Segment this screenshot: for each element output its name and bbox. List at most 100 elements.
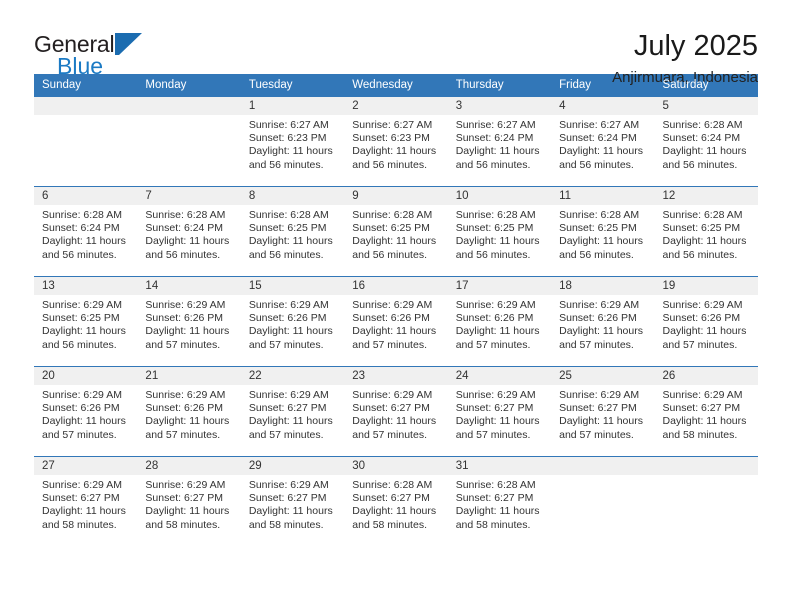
calendar-day-cell[interactable]: 5 Sunrise: 6:28 AM Sunset: 6:24 PM Daylight…: [654, 96, 758, 187]
daylight-text-line1: Daylight: 11 hours: [352, 145, 437, 158]
calendar-day-cell[interactable]: 27 Sunrise: 6:29 AM Sunset: 6:27 PM Dayligh…: [34, 456, 138, 547]
calendar-day-cell[interactable]: 1 Sunrise: 6:27 AM Sunset: 6:23 PM Daylight…: [240, 96, 345, 187]
calendar-day-cell[interactable]: 12 Sunrise: 6:28 AM Sunset: 6:25 PM Dayligh…: [654, 186, 758, 277]
day-details: Sunrise: 6:29 AM Sunset: 6:27 PM Daylight:…: [655, 385, 758, 442]
daylight-text-line2: and 58 minutes.: [145, 518, 221, 531]
calendar-day-cell[interactable]: 3 Sunrise: 6:27 AM Sunset: 6:24 PM Daylight…: [447, 96, 552, 187]
calendar-day-cell[interactable]: 26 Sunrise: 6:29 AM Sunset: 6:27 PM Dayligh…: [654, 366, 758, 457]
day-number: 12: [654, 187, 758, 205]
calendar-day-cell[interactable]: 31 Sunrise: 6:28 AM Sunset: 6:27 PM Dayligh…: [447, 456, 552, 547]
sunset-text: Sunset: 6:23 PM: [352, 132, 430, 145]
sunset-text: Sunset: 6:24 PM: [455, 132, 534, 145]
daylight-text-line1: Daylight: 11 hours: [145, 505, 230, 518]
calendar-day-cell[interactable]: 11 Sunrise: 6:28 AM Sunset: 6:25 PM Dayligh…: [551, 186, 655, 277]
day-number: 1: [240, 97, 345, 115]
day-number: 11: [551, 187, 655, 205]
weekday-header-thursday: Thursday: [447, 74, 552, 97]
sunrise-text: Sunrise: 6:29 AM: [248, 479, 329, 491]
calendar-day-cell[interactable]: 14 Sunrise: 6:29 AM Sunset: 6:26 PM Dayligh…: [137, 276, 241, 367]
daylight-text-line2: and 56 minutes.: [42, 338, 117, 351]
calendar-day-cell[interactable]: 28 Sunrise: 6:29 AM Sunset: 6:27 PM Dayligh…: [137, 456, 241, 547]
day-details: Sunrise: 6:28 AM Sunset: 6:24 PM Daylight:…: [137, 205, 240, 262]
brand-logo[interactable]: General Blue: [34, 30, 143, 78]
day-number: 27: [34, 457, 138, 475]
calendar-day-cell[interactable]: 23 Sunrise: 6:29 AM Sunset: 6:27 PM Dayligh…: [344, 366, 448, 457]
calendar-day-cell[interactable]: 2 Sunrise: 6:27 AM Sunset: 6:23 PM Daylight…: [344, 96, 448, 187]
daylight-text-line1: Daylight: 11 hours: [455, 145, 540, 158]
sunset-text: Sunset: 6:27 PM: [42, 492, 120, 505]
daylight-text-line1: Daylight: 11 hours: [248, 145, 333, 158]
calendar-day-cell[interactable]: 22 Sunrise: 6:29 AM Sunset: 6:27 PM Dayligh…: [240, 366, 345, 457]
daylight-text-line1: Daylight: 11 hours: [559, 325, 643, 338]
daylight-text-line2: and 57 minutes.: [248, 428, 324, 441]
daylight-text-line2: and 56 minutes.: [145, 248, 221, 261]
calendar-week-row: 6 Sunrise: 6:28 AM Sunset: 6:24 PM Daylight…: [34, 186, 758, 277]
calendar-day-cell[interactable]: 13 Sunrise: 6:29 AM Sunset: 6:25 PM Dayligh…: [34, 276, 138, 367]
sunset-text: Sunset: 6:25 PM: [352, 222, 430, 235]
day-number: 21: [137, 367, 241, 385]
calendar-day-cell[interactable]: 24 Sunrise: 6:29 AM Sunset: 6:27 PM Dayligh…: [447, 366, 552, 457]
calendar-day-cell[interactable]: 29 Sunrise: 6:29 AM Sunset: 6:27 PM Dayligh…: [240, 456, 345, 547]
calendar-day-cell[interactable]: 20 Sunrise: 6:29 AM Sunset: 6:26 PM Dayligh…: [34, 366, 138, 457]
calendar-day-cell[interactable]: 17 Sunrise: 6:29 AM Sunset: 6:26 PM Dayligh…: [447, 276, 552, 367]
sunset-text: Sunset: 6:24 PM: [145, 222, 224, 235]
calendar-day-cell[interactable]: 8 Sunrise: 6:28 AM Sunset: 6:25 PM Daylight…: [240, 186, 345, 277]
calendar-day-cell[interactable]: 25 Sunrise: 6:29 AM Sunset: 6:27 PM Dayligh…: [551, 366, 655, 457]
day-number: 17: [447, 277, 552, 295]
day-details: Sunrise: 6:29 AM Sunset: 6:27 PM Daylight:…: [34, 475, 137, 532]
day-details: Sunrise: 6:29 AM Sunset: 6:26 PM Daylight:…: [344, 295, 447, 352]
daylight-text-line1: Daylight: 11 hours: [42, 235, 126, 248]
day-details: Sunrise: 6:28 AM Sunset: 6:27 PM Daylight:…: [448, 475, 551, 532]
sunset-text: Sunset: 6:27 PM: [662, 402, 741, 415]
daylight-text-line2: and 58 minutes.: [455, 518, 531, 531]
calendar-day-cell[interactable]: 15 Sunrise: 6:29 AM Sunset: 6:26 PM Dayligh…: [240, 276, 345, 367]
sunrise-text: Sunrise: 6:28 AM: [352, 479, 433, 491]
day-details: Sunrise: 6:28 AM Sunset: 6:25 PM Daylight:…: [241, 205, 344, 262]
daylight-text-line1: Daylight: 11 hours: [42, 415, 126, 428]
calendar-week-row: 27 Sunrise: 6:29 AM Sunset: 6:27 PM Dayligh…: [34, 456, 758, 547]
daylight-text-line1: Daylight: 11 hours: [662, 145, 747, 158]
daylight-text-line2: and 58 minutes.: [248, 518, 324, 531]
day-number: 25: [551, 367, 655, 385]
calendar-day-cell[interactable]: 30 Sunrise: 6:28 AM Sunset: 6:27 PM Dayligh…: [344, 456, 448, 547]
sunrise-text: Sunrise: 6:28 AM: [42, 209, 122, 221]
daylight-text-line1: Daylight: 11 hours: [145, 235, 230, 248]
day-details: Sunrise: 6:29 AM Sunset: 6:26 PM Daylight:…: [551, 295, 654, 352]
calendar-day-cell[interactable]: 21 Sunrise: 6:29 AM Sunset: 6:26 PM Dayligh…: [137, 366, 241, 457]
sunrise-text: Sunrise: 6:29 AM: [662, 389, 743, 401]
day-number: [137, 97, 241, 115]
calendar-day-cell[interactable]: 10 Sunrise: 6:28 AM Sunset: 6:25 PM Dayligh…: [447, 186, 552, 277]
daylight-text-line1: Daylight: 11 hours: [455, 235, 540, 248]
calendar-day-cell[interactable]: 4 Sunrise: 6:27 AM Sunset: 6:24 PM Daylight…: [551, 96, 655, 187]
daylight-text-line2: and 56 minutes.: [352, 248, 427, 261]
sunrise-text: Sunrise: 6:28 AM: [352, 209, 433, 221]
sunset-text: Sunset: 6:24 PM: [662, 132, 741, 145]
daylight-text-line1: Daylight: 11 hours: [42, 505, 126, 518]
daylight-text-line2: and 57 minutes.: [145, 428, 221, 441]
daylight-text-line2: and 58 minutes.: [352, 518, 427, 531]
calendar-day-cell[interactable]: 6 Sunrise: 6:28 AM Sunset: 6:24 PM Daylight…: [34, 186, 138, 277]
calendar-day-cell[interactable]: 18 Sunrise: 6:29 AM Sunset: 6:26 PM Dayligh…: [551, 276, 655, 367]
sunrise-text: Sunrise: 6:27 AM: [455, 119, 536, 131]
day-details: Sunrise: 6:29 AM Sunset: 6:27 PM Daylight:…: [551, 385, 654, 442]
calendar-day-cell[interactable]: 16 Sunrise: 6:29 AM Sunset: 6:26 PM Dayligh…: [344, 276, 448, 367]
daylight-text-line1: Daylight: 11 hours: [662, 325, 747, 338]
daylight-text-line1: Daylight: 11 hours: [662, 415, 747, 428]
calendar-day-cell[interactable]: 7 Sunrise: 6:28 AM Sunset: 6:24 PM Daylight…: [137, 186, 241, 277]
sunset-text: Sunset: 6:25 PM: [455, 222, 534, 235]
daylight-text-line2: and 57 minutes.: [455, 428, 531, 441]
daylight-text-line1: Daylight: 11 hours: [352, 415, 437, 428]
calendar-day-cell[interactable]: 19 Sunrise: 6:29 AM Sunset: 6:26 PM Dayligh…: [654, 276, 758, 367]
daylight-text-line2: and 56 minutes.: [662, 248, 738, 261]
day-details: Sunrise: 6:28 AM Sunset: 6:27 PM Daylight:…: [344, 475, 447, 532]
day-details: Sunrise: 6:29 AM Sunset: 6:26 PM Daylight:…: [448, 295, 551, 352]
sunset-text: Sunset: 6:27 PM: [352, 492, 430, 505]
day-number: 9: [344, 187, 448, 205]
daylight-text-line2: and 56 minutes.: [455, 248, 531, 261]
calendar-day-cell[interactable]: 9 Sunrise: 6:28 AM Sunset: 6:25 PM Daylight…: [344, 186, 448, 277]
daylight-text-line1: Daylight: 11 hours: [145, 325, 230, 338]
day-details: Sunrise: 6:29 AM Sunset: 6:26 PM Daylight:…: [137, 385, 240, 442]
day-number: 4: [551, 97, 655, 115]
day-details: Sunrise: 6:28 AM Sunset: 6:25 PM Daylight:…: [655, 205, 758, 262]
day-details: Sunrise: 6:28 AM Sunset: 6:25 PM Daylight:…: [448, 205, 551, 262]
